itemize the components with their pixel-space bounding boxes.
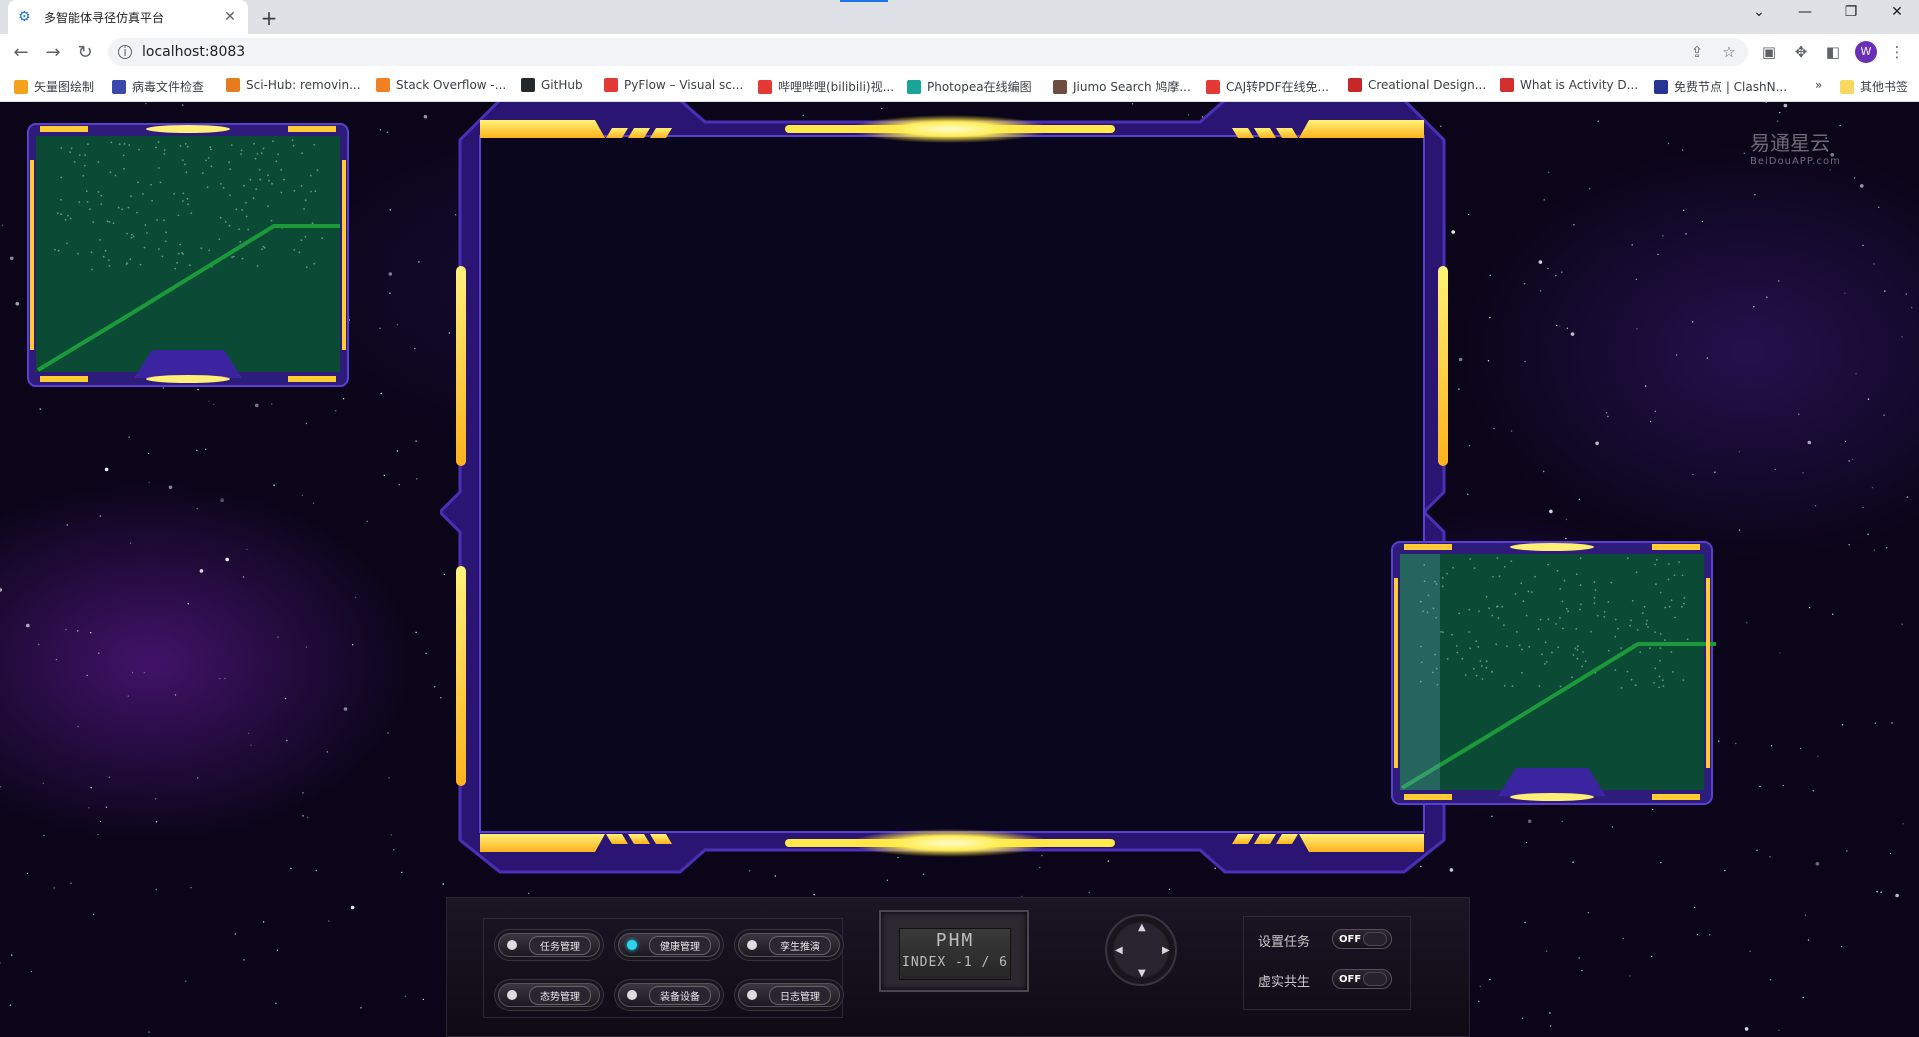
browser-tab[interactable]: ⚙ 多智能体寻径仿真平台 ✕ <box>8 0 248 34</box>
close-window-button[interactable]: ✕ <box>1882 4 1912 20</box>
virtual-real-label: 虚实共生 <box>1258 975 1311 990</box>
function-button-group: 任务管理 健康管理 孪生推演 态势管理 装备设备 日志管理 <box>483 918 843 1018</box>
bookmark-item[interactable]: PyFlow – Visual sc... <box>604 78 743 92</box>
bookmarks-bar: 免费节点 | ClashN... What is Activity D... Cre… <box>0 70 1919 102</box>
status-dot-icon <box>507 990 517 1000</box>
status-dot-icon <box>747 990 757 1000</box>
tab-title: 多智能体寻径仿真平台 <box>44 10 165 25</box>
bookmark-item[interactable]: Jiumo Search 鸠摩... <box>1053 78 1191 95</box>
lcd-display: PHM INDEX -1 / 6 <box>879 910 1029 992</box>
bookmark-item[interactable]: Creational Design... <box>1348 78 1486 92</box>
url-text: localhost:8083 <box>142 44 246 60</box>
watermark-logo: 易通星云 BeiDouAPP.com <box>1750 131 1841 167</box>
maximize-button[interactable]: ❐ <box>1836 4 1866 20</box>
tab-bar: ⚙ 多智能体寻径仿真平台 ✕ + ⌄ — ❐ ✕ <box>0 0 1919 34</box>
extension-app-icon[interactable]: ▣ <box>1759 43 1779 61</box>
minimap-left <box>27 123 349 387</box>
bookmark-item[interactable]: Sci-Hub: removin... <box>226 78 361 92</box>
equipment-button[interactable]: 装备设备 <box>618 983 720 1007</box>
other-bookmarks[interactable]: 其他书签 <box>1840 78 1908 95</box>
direction-pad[interactable]: ▲ ▼ ◀ ▶ <box>1105 914 1177 986</box>
forward-arrow-icon[interactable]: → <box>42 42 64 63</box>
share-icon[interactable]: ⇪ <box>1687 43 1707 61</box>
tab-indicator <box>840 0 888 2</box>
info-icon[interactable]: i <box>118 45 132 59</box>
bookmark-item[interactable]: CAJ转PDF在线免... <box>1206 78 1329 95</box>
set-task-label: 设置任务 <box>1258 935 1311 950</box>
status-dot-icon <box>627 940 637 950</box>
bookmark-favicon-icon <box>1348 78 1362 92</box>
settings-group: 设置任务 OFF 虚实共生 OFF <box>1243 916 1411 1010</box>
puzzle-icon[interactable]: ✥ <box>1791 43 1811 61</box>
right-arrow-icon[interactable]: ▶ <box>1162 945 1170 956</box>
bookmark-favicon-icon <box>14 79 28 94</box>
bookmark-item[interactable]: 矢量图绘制 <box>14 78 94 95</box>
bookmark-item[interactable]: GitHub <box>521 78 583 92</box>
health-management-button[interactable]: 健康管理 <box>618 933 720 957</box>
bookmark-item[interactable]: 免费节点 | ClashN... <box>1654 78 1787 95</box>
sidepanel-icon[interactable]: ◧ <box>1823 43 1843 61</box>
address-bar[interactable]: i localhost:8083 <box>108 38 1748 66</box>
menu-icon[interactable]: ⋮ <box>1887 43 1907 61</box>
control-panel: 任务管理 健康管理 孪生推演 态势管理 装备设备 日志管理 PHM INDEX … <box>446 897 1470 1037</box>
bookmark-favicon-icon <box>1206 79 1220 94</box>
bookmark-favicon-icon <box>226 78 240 92</box>
log-management-button[interactable]: 日志管理 <box>738 983 840 1007</box>
more-bookmarks-button[interactable]: » <box>1815 78 1822 92</box>
avatar[interactable]: W <box>1855 41 1877 63</box>
folder-icon <box>1840 79 1854 94</box>
bookmark-item[interactable]: 哔哩哔哩(bilibili)视... <box>758 78 894 95</box>
status-dot-icon <box>507 940 517 950</box>
lcd-mode: PHM <box>935 930 975 951</box>
minimap-right <box>1391 541 1716 805</box>
virtual-real-toggle[interactable]: OFF <box>1332 969 1392 989</box>
bookmark-item[interactable]: What is Activity D... <box>1500 78 1638 92</box>
gear-favicon-icon: ⚙ <box>18 9 31 25</box>
bookmark-favicon-icon <box>1053 79 1067 94</box>
bookmark-favicon-icon <box>758 79 772 94</box>
status-dot-icon <box>627 990 637 1000</box>
bookmark-favicon-icon <box>112 79 126 94</box>
bookmark-favicon-icon <box>1500 78 1514 92</box>
reload-icon[interactable]: ↻ <box>74 42 96 63</box>
bookmark-favicon-icon <box>1654 79 1668 94</box>
status-dot-icon <box>747 940 757 950</box>
bookmark-item[interactable]: 病毒文件检查 <box>112 78 204 95</box>
bookmark-favicon-icon <box>376 78 390 92</box>
left-arrow-icon[interactable]: ◀ <box>1115 945 1123 956</box>
star-icon[interactable]: ☆ <box>1719 43 1739 61</box>
up-arrow-icon[interactable]: ▲ <box>1138 922 1146 933</box>
lcd-index: INDEX -1 / 6 <box>902 955 1008 970</box>
simulation-canvas: 易通星云 BeiDouAPP.com 任务管理 健康管理 孪生推演 态势管理 装… <box>0 102 1919 1037</box>
bookmark-favicon-icon <box>907 79 921 94</box>
situation-management-button[interactable]: 态势管理 <box>498 983 600 1007</box>
back-arrow-icon[interactable]: ← <box>10 42 32 63</box>
down-arrow-icon[interactable]: ▼ <box>1138 968 1146 979</box>
new-tab-button[interactable]: + <box>258 6 280 30</box>
bookmark-item[interactable]: Photopea在线编图 <box>907 78 1032 95</box>
twin-simulation-button[interactable]: 孪生推演 <box>738 933 840 957</box>
minimize-button[interactable]: — <box>1790 4 1820 20</box>
bookmark-item[interactable]: Stack Overflow -... <box>376 78 506 92</box>
task-management-button[interactable]: 任务管理 <box>498 933 600 957</box>
browser-toolbar: ← → ↻ i localhost:8083 ⇪ ☆ ▣ ✥ ◧ W ⋮ <box>0 34 1919 70</box>
chevron-down-icon[interactable]: ⌄ <box>1744 4 1774 20</box>
main-view-frame <box>440 102 1448 874</box>
bookmark-favicon-icon <box>521 78 535 92</box>
set-task-toggle[interactable]: OFF <box>1332 929 1392 949</box>
bookmark-favicon-icon <box>604 78 618 92</box>
close-tab-icon[interactable]: ✕ <box>222 9 238 25</box>
